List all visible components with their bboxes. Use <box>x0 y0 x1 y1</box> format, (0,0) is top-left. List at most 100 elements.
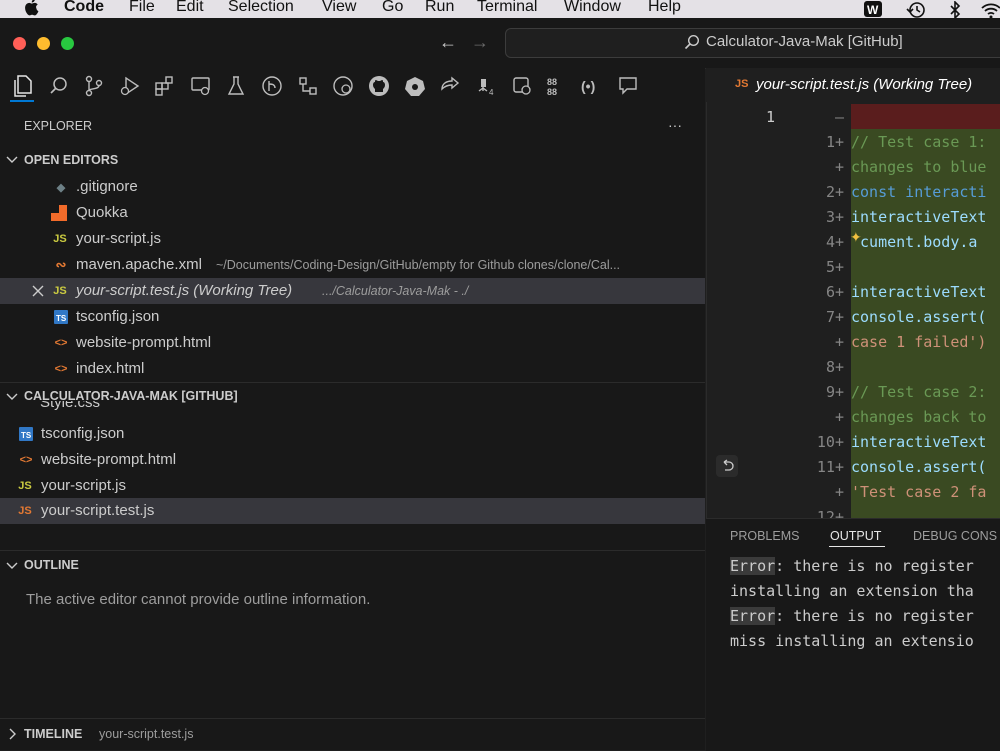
git-file-icon: ◆ <box>56 181 66 194</box>
explorer-icon[interactable] <box>10 74 34 98</box>
open-editor-item[interactable]: ∾ maven.apache.xml ~/Documents/Coding-De… <box>0 252 705 278</box>
diff-line[interactable]: case 1 failed') <box>851 329 1000 354</box>
panel-tab-output[interactable]: OUTPUT <box>830 529 881 543</box>
close-editor-icon[interactable] <box>32 284 44 301</box>
diff-line[interactable]: changes back to <box>851 404 1000 429</box>
diff-line[interactable] <box>851 354 1000 379</box>
chevron-right-icon <box>6 727 18 744</box>
style-css-name: Style.css <box>40 401 101 411</box>
remote-explorer-icon[interactable] <box>189 74 213 98</box>
diff-line[interactable]: interactiveText <box>851 429 1000 454</box>
diff-line[interactable] <box>851 254 1000 279</box>
code-text: // Test case 2: <box>851 383 987 401</box>
extensions-icon[interactable] <box>153 74 177 98</box>
diff-line[interactable]: interactiveText <box>851 279 1000 304</box>
container-tools-icon[interactable] <box>510 74 534 98</box>
open-editor-item-active[interactable]: JS your-script.test.js (Working Tree) ..… <box>0 278 705 304</box>
docker-icon[interactable]: 4 <box>474 74 498 98</box>
regex-icon[interactable]: 88 88 <box>545 74 569 98</box>
search-view-icon[interactable] <box>47 74 71 98</box>
commit-graph-icon[interactable] <box>296 74 320 98</box>
diff-line[interactable]: 'Test case 2 fa <box>851 479 1000 504</box>
code-text: const interacti <box>851 183 987 201</box>
open-editor-item[interactable]: <> index.html <box>0 356 705 382</box>
revert-change-button[interactable] <box>716 455 738 477</box>
kubernetes-icon[interactable] <box>403 74 427 98</box>
diff-line-number: + <box>834 408 844 426</box>
svg-text:4: 4 <box>489 88 494 97</box>
outline-section-header[interactable]: OUTLINE <box>0 550 705 577</box>
diff-line[interactable]: cument.body.a <box>851 229 1000 254</box>
app-menu-code[interactable]: Code <box>64 0 104 16</box>
file-tree-item[interactable]: TS tsconfig.json <box>0 421 705 447</box>
panel-tab-problems[interactable]: PROBLEMS <box>730 529 799 543</box>
back-arrow-icon[interactable]: ← <box>439 32 457 53</box>
menu-go[interactable]: Go <box>382 0 403 16</box>
ts-file-icon: TS <box>53 309 69 325</box>
run-debug-icon[interactable] <box>118 74 142 98</box>
menu-selection[interactable]: Selection <box>228 0 294 16</box>
forward-arrow-icon[interactable]: → <box>471 32 489 53</box>
macos-menu-bar: Code File Edit Selection View Go Run Ter… <box>0 0 1000 20</box>
menu-terminal[interactable]: Terminal <box>477 0 537 16</box>
gitlens-inspect-icon[interactable] <box>331 74 355 98</box>
html-file-icon: <> <box>54 337 68 349</box>
menu-run[interactable]: Run <box>425 0 454 16</box>
quokka-view-icon[interactable]: (•) <box>580 74 604 98</box>
open-editors-section-header[interactable]: OPEN EDITORS <box>0 147 705 173</box>
code-text: console.assert( <box>851 458 987 476</box>
menu-edit[interactable]: Edit <box>176 0 204 16</box>
diff-line[interactable]: console.assert( <box>851 454 1000 479</box>
source-control-icon[interactable] <box>82 74 106 98</box>
code-text: // Test case 1: <box>851 133 987 151</box>
chevron-down-icon <box>6 152 18 169</box>
timeline-section-header[interactable]: TIMELINE your-script.test.js <box>0 718 705 751</box>
diff-line-number: 8+ <box>825 358 844 376</box>
editor-tab-active[interactable]: JS your-script.test.js (Working Tree) <box>706 68 1000 102</box>
menu-window[interactable]: Window <box>564 0 621 16</box>
close-window-button[interactable] <box>13 37 26 50</box>
panel-tab-debug-console[interactable]: DEBUG CONS <box>913 529 997 543</box>
open-editor-item[interactable]: Quokka <box>0 200 705 226</box>
diff-line[interactable]: console.assert( <box>851 304 1000 329</box>
maximize-window-button[interactable] <box>61 37 74 50</box>
diff-line[interactable]: interactiveText <box>851 204 1000 229</box>
diff-line[interactable]: // Test case 2: <box>851 379 1000 404</box>
file-tree-item-selected[interactable]: JS your-script.test.js <box>0 498 705 524</box>
svg-text:W: W <box>867 3 879 17</box>
code-text: interactiveText <box>851 433 987 451</box>
diff-line-number: — <box>834 108 844 126</box>
diff-line[interactable]: changes to blue <box>851 154 1000 179</box>
file-tree-item[interactable]: <> website-prompt.html <box>0 447 705 473</box>
diff-line[interactable] <box>851 104 1000 129</box>
diff-line-number: 4+ <box>825 233 844 251</box>
activity-bar: 4 88 88 (•) <box>0 68 705 104</box>
minimize-window-button[interactable] <box>37 37 50 50</box>
live-share-icon[interactable] <box>438 74 462 98</box>
diff-line[interactable]: const interacti <box>851 179 1000 204</box>
open-editor-item[interactable]: TS tsconfig.json <box>0 304 705 330</box>
open-editor-name: website-prompt.html <box>76 334 212 351</box>
github-icon[interactable] <box>367 74 391 98</box>
open-editor-name: your-script.js <box>76 230 162 247</box>
file-tree-item[interactable]: JS your-script.js <box>0 473 705 499</box>
menu-file[interactable]: File <box>129 0 155 16</box>
menu-help[interactable]: Help <box>648 0 681 16</box>
lightbulb-icon[interactable]: ✦ <box>850 229 862 246</box>
testing-flask-icon[interactable] <box>224 74 248 98</box>
open-editor-name: .gitignore <box>76 178 138 195</box>
open-editor-item[interactable]: ◆ .gitignore <box>0 174 705 200</box>
open-editor-item[interactable]: <> website-prompt.html <box>0 330 705 356</box>
gitlens-icon[interactable] <box>260 74 284 98</box>
open-editor-item[interactable]: JS your-script.js <box>0 226 705 252</box>
comments-icon[interactable] <box>616 74 640 98</box>
js-file-icon: JS <box>18 480 32 492</box>
menu-view[interactable]: View <box>322 0 356 16</box>
diff-line-number: 10+ <box>816 433 844 451</box>
output-text: installing an extension tha <box>730 582 974 600</box>
explorer-more-actions-button[interactable]: ··· <box>668 117 682 133</box>
diff-line[interactable]: // Test case 1: <box>851 129 1000 154</box>
code-text: case 1 failed') <box>851 333 987 351</box>
editor-tab-label: your-script.test.js (Working Tree) <box>756 76 973 93</box>
diff-line-number: + <box>834 158 844 176</box>
